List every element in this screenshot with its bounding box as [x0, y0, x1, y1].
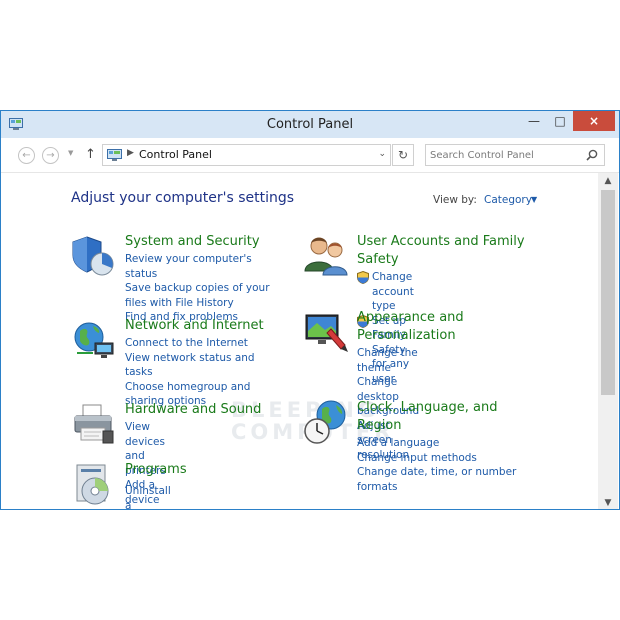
- window-controls: — □ ×: [521, 111, 615, 131]
- link-file-history[interactable]: Save backup copies of your files with Fi…: [125, 281, 285, 310]
- category-title[interactable]: User Accounts and Family Safety: [357, 233, 527, 269]
- printer-icon[interactable]: [71, 401, 117, 447]
- content-pane: Adjust your computer's settings View by:…: [1, 173, 597, 509]
- search-input[interactable]: [426, 145, 582, 165]
- network-icon[interactable]: [71, 317, 117, 363]
- scroll-thumb[interactable]: [601, 190, 615, 395]
- category-title[interactable]: Clock, Language, and Region: [357, 399, 527, 435]
- uac-shield-icon: [357, 271, 369, 284]
- programs-icon[interactable]: [71, 461, 117, 507]
- link-change-account-type[interactable]: Change account type: [357, 270, 414, 314]
- category-title[interactable]: Programs: [125, 461, 295, 479]
- shield-icon[interactable]: [71, 233, 117, 279]
- category-title[interactable]: System and Security: [125, 233, 295, 251]
- view-by-label: View by:: [433, 194, 477, 206]
- address-dropdown-button[interactable]: ⌄: [378, 149, 386, 159]
- users-icon[interactable]: [303, 233, 349, 279]
- breadcrumb-control-panel[interactable]: Control Panel: [139, 148, 212, 161]
- category-links: Add a language Change input methods Chan…: [357, 436, 517, 494]
- link-add-language[interactable]: Add a language: [357, 436, 517, 451]
- category-title[interactable]: Appearance and Personalization: [357, 309, 527, 345]
- category-title[interactable]: Network and Internet: [125, 317, 295, 335]
- link-change-theme[interactable]: Change the theme: [357, 346, 419, 375]
- scroll-down-button[interactable]: ▼: [598, 495, 618, 509]
- link-review-status[interactable]: Review your computer's status: [125, 252, 285, 281]
- control-panel-window: Control Panel — □ × ← → ▼ ↑ ▶ Control Pa…: [0, 110, 620, 510]
- control-panel-icon: [107, 149, 122, 161]
- forward-button[interactable]: →: [42, 147, 59, 164]
- search-box[interactable]: [425, 144, 605, 166]
- appearance-icon[interactable]: [303, 309, 349, 355]
- category-links: Uninstall a program: [125, 484, 171, 509]
- link-input-methods[interactable]: Change input methods: [357, 451, 517, 466]
- link-connect-internet[interactable]: Connect to the Internet: [125, 336, 285, 351]
- minimize-button[interactable]: —: [521, 111, 547, 131]
- close-button[interactable]: ×: [573, 111, 615, 131]
- link-uninstall-program[interactable]: Uninstall a program: [125, 484, 171, 509]
- navigation-bar: ← → ▼ ↑ ▶ Control Panel ⌄ ↻: [1, 138, 619, 173]
- link-date-time-formats[interactable]: Change date, time, or number formats: [357, 465, 517, 494]
- category-title[interactable]: Hardware and Sound: [125, 401, 295, 419]
- breadcrumb-separator-icon[interactable]: ▶: [127, 148, 134, 158]
- category-links: Connect to the Internet View network sta…: [125, 336, 285, 409]
- category-links: Review your computer's status Save backu…: [125, 252, 285, 325]
- view-by-dropdown[interactable]: Category: [484, 194, 532, 206]
- maximize-button[interactable]: □: [547, 111, 573, 131]
- search-icon[interactable]: [586, 149, 598, 161]
- address-bar[interactable]: ▶ Control Panel ⌄: [102, 144, 391, 166]
- chevron-down-icon[interactable]: ▼: [531, 195, 537, 204]
- clock-globe-icon[interactable]: [303, 399, 349, 445]
- page-title: Adjust your computer's settings: [71, 190, 295, 206]
- link-network-status[interactable]: View network status and tasks: [125, 351, 285, 380]
- recent-locations-dropdown[interactable]: ▼: [68, 149, 73, 157]
- refresh-button[interactable]: ↻: [392, 144, 414, 166]
- back-button[interactable]: ←: [18, 147, 35, 164]
- vertical-scrollbar[interactable]: ▲ ▼: [598, 173, 618, 509]
- link-label: Change account type: [372, 271, 414, 312]
- title-bar[interactable]: Control Panel — □ ×: [1, 111, 619, 138]
- scroll-up-button[interactable]: ▲: [598, 173, 618, 189]
- up-button[interactable]: ↑: [85, 147, 96, 162]
